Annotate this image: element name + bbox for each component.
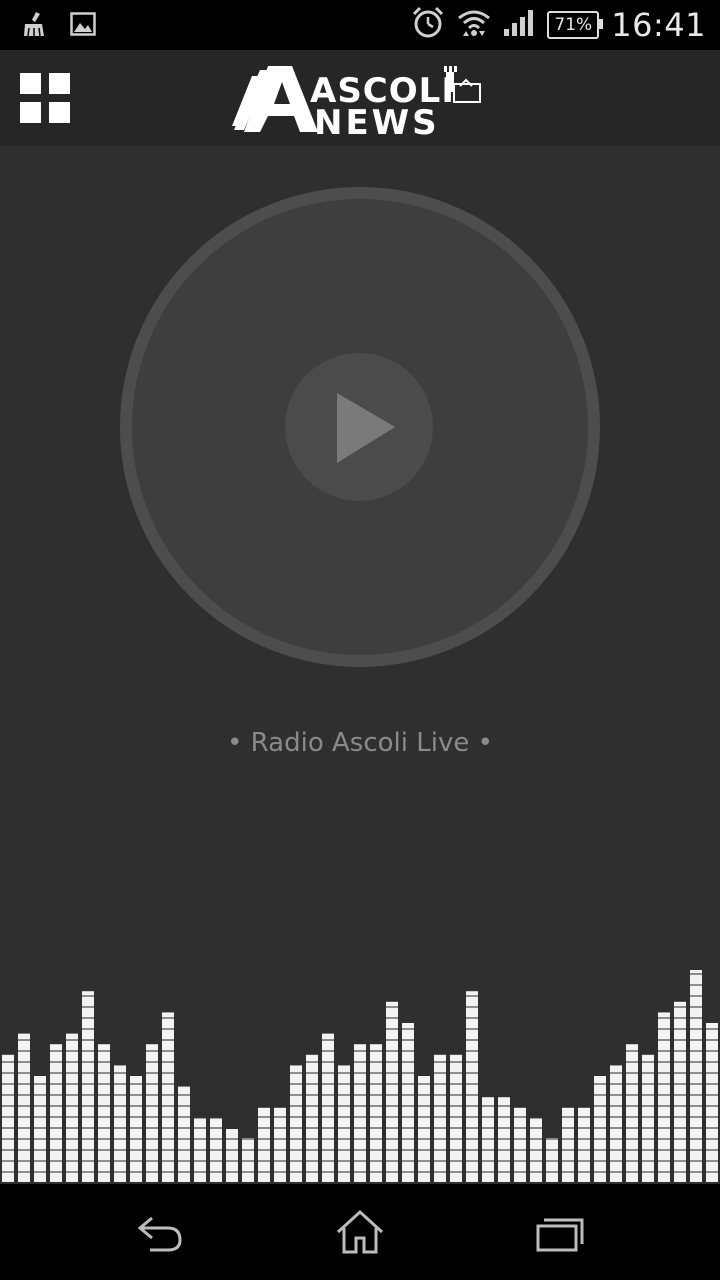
equalizer-bar [642,1054,654,1182]
equalizer-bar [706,1023,718,1182]
back-icon [137,1216,182,1252]
cleaner-icon [22,10,48,42]
equalizer-bar [82,991,94,1182]
wifi-icon [457,8,491,42]
equalizer-bar [242,1138,254,1182]
equalizer-bar [178,1086,190,1182]
play-button[interactable] [285,353,433,501]
equalizer-bar [514,1107,526,1182]
equalizer-bar [658,1012,670,1182]
equalizer-bar [338,1065,350,1182]
equalizer-bar [450,1054,462,1182]
battery-percent: 71% [554,15,593,35]
home-icon [336,1209,384,1254]
equalizer-bar [114,1065,126,1182]
status-bar: 71% 16:41 [0,0,720,50]
equalizer-bar [130,1076,142,1182]
equalizer-bar [370,1044,382,1182]
equalizer-bar [562,1107,574,1182]
recent-apps-icon [536,1218,584,1252]
grid-menu-icon [20,73,70,123]
equalizer-bar [290,1065,302,1182]
equalizer-bar [578,1107,590,1182]
equalizer-bar [146,1044,158,1182]
equalizer-bar [690,970,702,1182]
equalizer-bar [306,1054,318,1182]
equalizer-bar [18,1033,30,1182]
logo-line2: NEWS [314,103,440,138]
equalizer-bar [50,1044,62,1182]
equalizer-bar [194,1118,206,1182]
app-header: ASCOLI NEWS [0,50,720,146]
recent-apps-button[interactable] [530,1204,590,1260]
station-label: • Radio Ascoli Live • [227,728,493,758]
equalizer-bar [402,1023,414,1182]
battery-icon: 71% [547,11,604,39]
grid-menu-button[interactable] [20,73,70,123]
navigation-bar [0,1184,720,1280]
equalizer-bar [226,1129,238,1182]
home-button[interactable] [330,1204,390,1260]
equalizer-bar [2,1054,14,1182]
equalizer-bar [594,1076,606,1182]
equalizer-bar [418,1076,430,1182]
equalizer-bar [210,1118,222,1182]
alarm-icon [411,6,445,44]
status-time: 16:41 [611,6,706,44]
equalizer-bar [530,1118,542,1182]
equalizer-bar [162,1012,174,1182]
equalizer-bar [434,1054,446,1182]
equalizer-bar [498,1097,510,1182]
equalizer-bar [674,1001,686,1182]
back-button[interactable] [130,1204,190,1260]
equalizer-bar [546,1138,558,1182]
play-icon [337,393,395,463]
equalizer-bar [34,1076,46,1182]
equalizer-visualizer [2,970,718,1182]
app-logo: ASCOLI NEWS [230,62,492,143]
equalizer-bar [322,1033,334,1182]
equalizer-bar [354,1044,366,1182]
equalizer-bar [610,1065,622,1182]
equalizer-bar [258,1107,270,1182]
equalizer-bar [66,1033,78,1182]
equalizer-bar [386,1001,398,1182]
signal-icon [503,9,535,41]
equalizer-bar [98,1044,110,1182]
equalizer-bar [482,1097,494,1182]
equalizer-bar [626,1044,638,1182]
equalizer-bar [466,991,478,1182]
equalizer-bar [274,1107,286,1182]
image-icon [70,10,96,42]
